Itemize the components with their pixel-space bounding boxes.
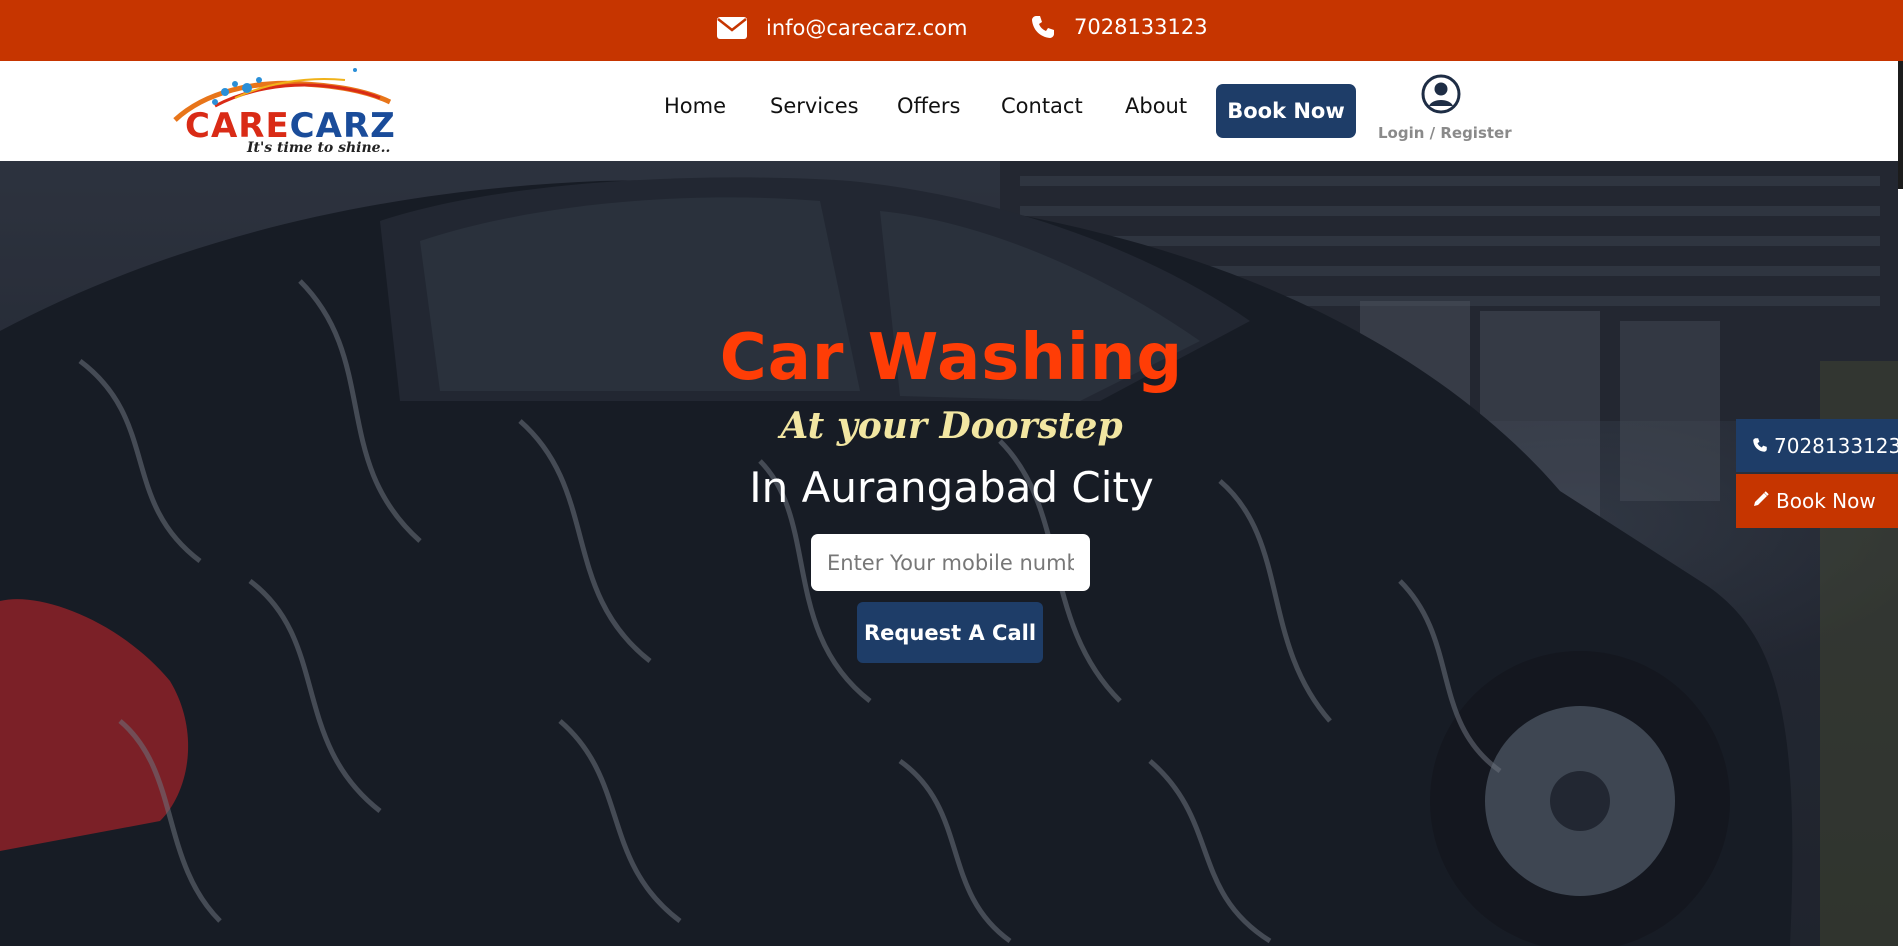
nav-services[interactable]: Services bbox=[770, 94, 859, 118]
phone-icon bbox=[1030, 14, 1056, 40]
mobile-number-input[interactable] bbox=[811, 534, 1090, 591]
login-register-label[interactable]: Login / Register bbox=[1378, 124, 1512, 142]
hero-title: Car Washing bbox=[719, 321, 1184, 395]
floating-book-text[interactable]: Book Now bbox=[1776, 489, 1876, 513]
nav-contact[interactable]: Contact bbox=[1001, 94, 1083, 118]
scrollbar-thumb[interactable] bbox=[1898, 61, 1903, 189]
top-email[interactable]: info@carecarz.com bbox=[716, 15, 968, 41]
scrollbar-track[interactable] bbox=[1898, 61, 1903, 946]
floating-phone-button[interactable]: 7028133123 bbox=[1736, 419, 1903, 472]
nav-home[interactable]: Home bbox=[664, 94, 726, 118]
hero-subtitle: At your Doorstep bbox=[780, 405, 1123, 447]
nav-about[interactable]: About bbox=[1125, 94, 1187, 118]
logo[interactable]: CARECARZ It's time to shine.. bbox=[165, 62, 415, 160]
floating-book-now-button[interactable]: Book Now bbox=[1736, 474, 1903, 528]
login-register-link[interactable]: Login / Register bbox=[1378, 74, 1512, 144]
top-phone[interactable]: 7028133123 bbox=[1030, 14, 1208, 40]
pencil-icon bbox=[1752, 489, 1770, 513]
nav-offers[interactable]: Offers bbox=[897, 94, 961, 118]
nav-book-now-button[interactable]: Book Now bbox=[1216, 84, 1356, 138]
hero-city-text: In Aurangabad City bbox=[749, 463, 1154, 512]
floating-phone-text[interactable]: 7028133123 bbox=[1774, 434, 1901, 458]
phone-icon bbox=[1752, 434, 1768, 458]
top-phone-text[interactable]: 7028133123 bbox=[1074, 15, 1208, 39]
logo-tagline: It's time to shine.. bbox=[247, 140, 391, 156]
envelope-icon bbox=[716, 15, 748, 41]
top-email-text[interactable]: info@carecarz.com bbox=[766, 16, 968, 40]
request-call-button[interactable]: Request A Call bbox=[857, 602, 1043, 663]
top-contact-bar: info@carecarz.com 7028133123 bbox=[0, 0, 1903, 61]
user-circle-icon bbox=[1421, 74, 1461, 114]
